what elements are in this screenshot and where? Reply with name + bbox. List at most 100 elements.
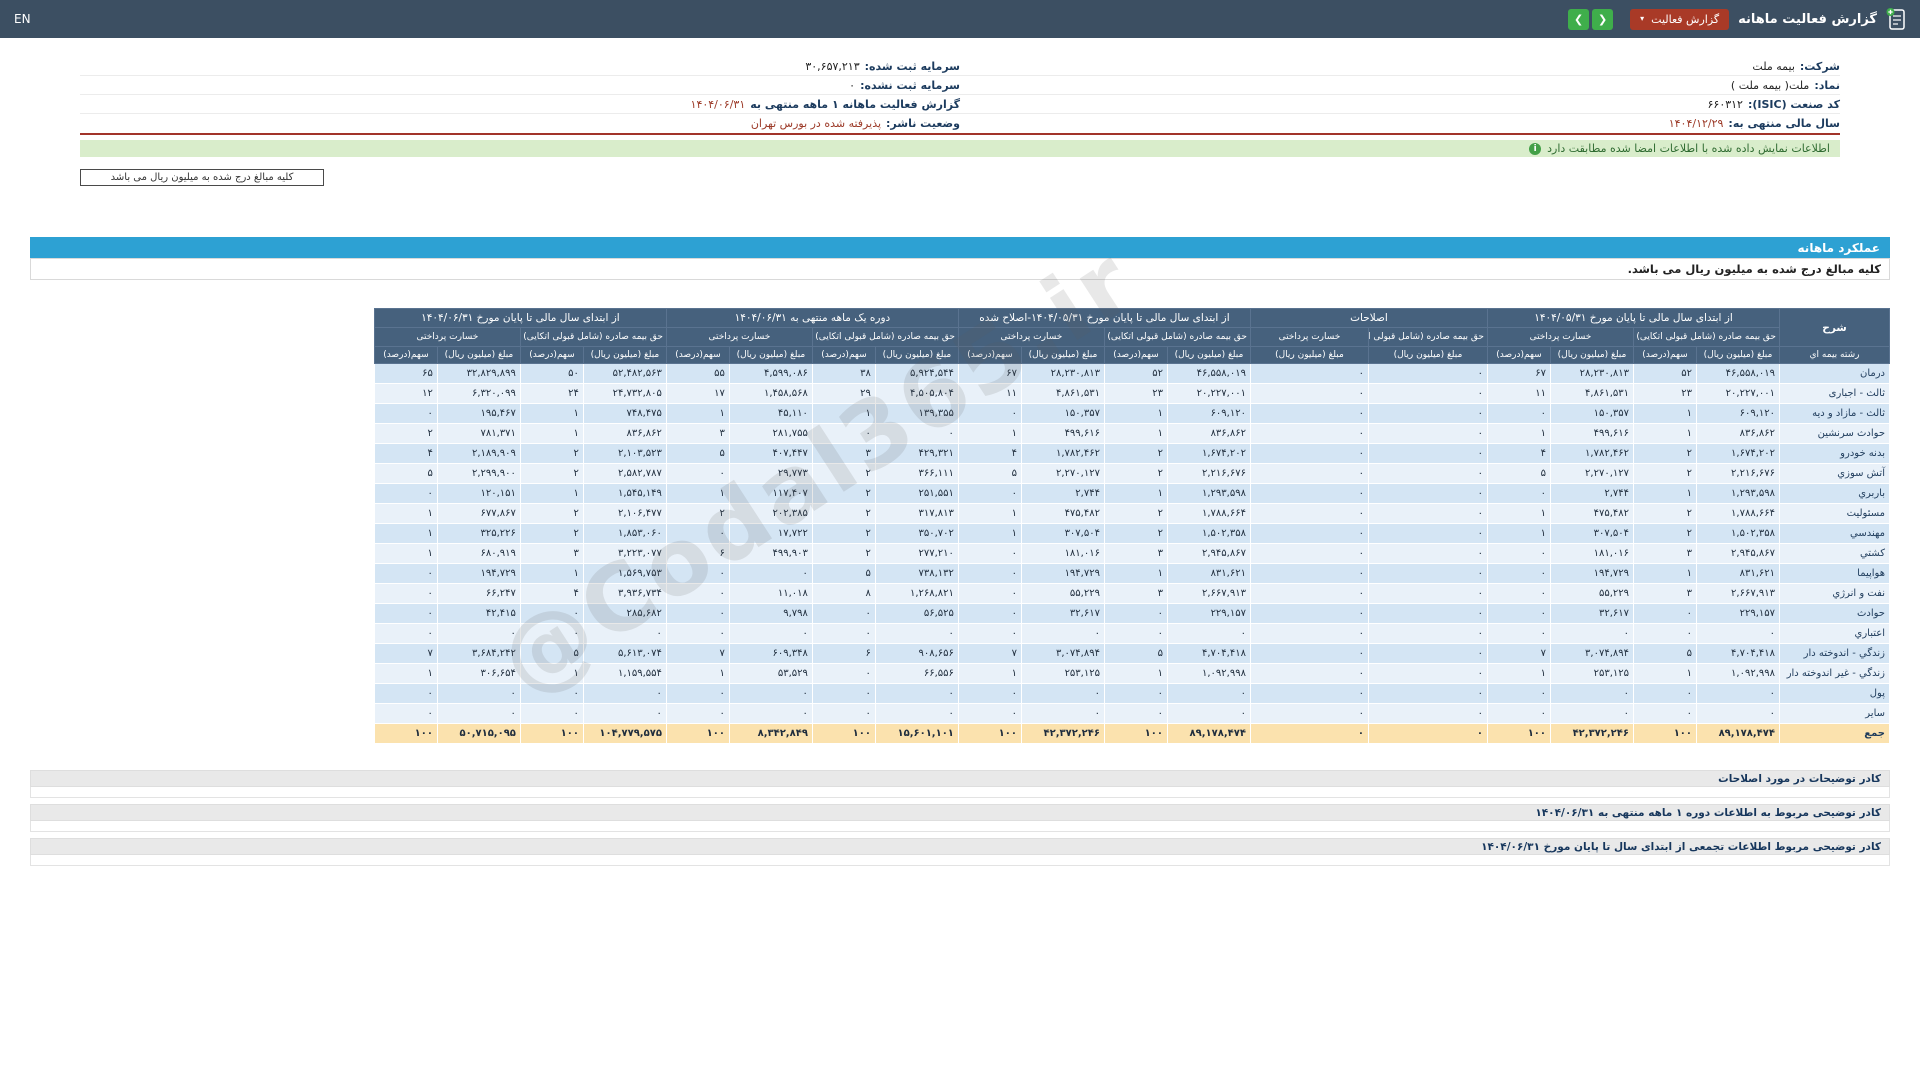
prev-report-button[interactable]: ❮	[1568, 8, 1590, 30]
data-cell: ۲	[811, 543, 876, 564]
registered-capital-label: سرمایه ثبت شده:	[864, 59, 960, 73]
leaf-share: سهم(درصد)	[1633, 346, 1697, 364]
data-cell: ۲	[665, 503, 730, 524]
data-cell: ۴۲,۳۷۲,۲۴۶	[1020, 723, 1105, 744]
data-cell: ۰	[874, 703, 959, 724]
data-cell: ۱	[1633, 423, 1697, 444]
data-cell: ۱	[1486, 523, 1552, 544]
leaf-share: سهم(درصد)	[1103, 346, 1168, 364]
data-cell: ۲	[1103, 503, 1168, 524]
data-cell: ۰	[373, 703, 438, 724]
fiscal-year-value: ۱۴۰۴/۱۲/۲۹	[1668, 117, 1724, 130]
data-cell: ۱۵۰,۳۵۷	[1020, 403, 1105, 424]
data-cell: ۸۳۶,۸۶۲	[1696, 423, 1780, 444]
data-cell: ۲	[373, 423, 438, 444]
data-cell: ۰	[1020, 683, 1105, 704]
data-cell: ۱	[1103, 423, 1168, 444]
data-cell: ۲۸,۲۳۰,۸۱۳	[1550, 363, 1634, 384]
symbol-value: ملت( بیمه ملت )	[1730, 78, 1810, 92]
data-cell: ۴۷۵,۴۸۲	[1020, 503, 1105, 524]
data-cell: ۰	[1550, 623, 1634, 644]
data-cell: ۰	[811, 683, 876, 704]
data-cell: ۰	[519, 703, 584, 724]
data-cell: ۱	[373, 523, 438, 544]
data-cell: ۲۳	[1633, 383, 1697, 404]
data-cell: ۳	[1633, 543, 1697, 564]
data-cell: ۲۴	[519, 383, 584, 404]
data-cell: ۳	[811, 443, 876, 464]
data-cell: ۱,۵۶۹,۷۵۳	[582, 563, 667, 584]
report-period-label: گزارش فعالیت ماهانه ۱ ماهه منتهی به	[750, 97, 960, 111]
sub-header-claims: خسارت پرداختی	[1486, 327, 1635, 347]
row-label: هواپیما	[1779, 563, 1890, 584]
table-row: باربري ۱,۲۹۳,۵۹۸ ۱ ۲,۷۴۴ ۰ ۰ ۰ ۱,۲۹۳,۵۹۸ ۱ ۲,۷۴۴ ۰…	[373, 483, 1890, 504]
data-cell: ۳,۰۷۴,۸۹۴	[1020, 643, 1105, 664]
data-cell: ۱,۲۹۳,۵۹۸	[1696, 483, 1780, 504]
data-cell: ۱۰۰	[957, 723, 1022, 744]
data-cell: ۵۵,۲۲۹	[1550, 583, 1634, 604]
table-row: ثالث - مازاد و دیه ۶۰۹,۱۲۰ ۱ ۱۵۰,۳۵۷ ۰ ۰ ۰ ۶۰۹,…	[373, 403, 1890, 424]
data-cell: ۱	[1103, 483, 1168, 504]
data-cell: ۰	[1103, 683, 1168, 704]
data-cell: ۱۰۰	[1633, 723, 1697, 744]
top-navbar: گزارش فعالیت ماهانه گزارش فعالیت ▾ ❮ ❯ E…	[0, 0, 1920, 38]
data-cell: ۰	[1367, 403, 1488, 424]
data-cell: ۰	[811, 603, 876, 624]
data-cell: ۱۰۰	[811, 723, 876, 744]
data-cell: ۰	[1367, 523, 1488, 544]
data-cell: ۲,۱۰۶,۴۷۷	[582, 503, 667, 524]
data-cell: ۸۹,۱۷۸,۴۷۴	[1166, 723, 1251, 744]
data-cell: ۲۵۳,۱۲۵	[1550, 663, 1634, 684]
data-cell: ۰	[1249, 583, 1369, 604]
data-cell: ۸۹,۱۷۸,۴۷۴	[1696, 723, 1780, 744]
report-type-dropdown[interactable]: گزارش فعالیت ▾	[1630, 8, 1730, 30]
data-cell: ۰	[1103, 703, 1168, 724]
data-cell: ۰	[1249, 403, 1369, 424]
data-cell: ۰	[957, 583, 1022, 604]
data-cell: ۲۳	[1103, 383, 1168, 404]
language-switch[interactable]: EN	[14, 12, 31, 26]
isic-label: کد صنعت (ISIC):	[1747, 97, 1840, 111]
leaf-amount: مبلغ (میلیون ریال)	[1166, 346, 1251, 364]
data-cell: ۴,۷۰۴,۴۱۸	[1166, 643, 1251, 664]
data-cell: ۷۴۸,۴۷۵	[582, 403, 667, 424]
table-row: کشتي ۲,۹۴۵,۸۶۷ ۳ ۱۸۱,۰۱۶ ۰ ۰ ۰ ۲,۹۴۵,۸۶۷ ۳ ۱۸۱,۰۱…	[373, 543, 1890, 564]
data-cell: ۰	[1249, 643, 1369, 664]
data-cell: ۱	[519, 563, 584, 584]
data-cell: ۶۸۰,۹۱۹	[436, 543, 521, 564]
insurance-table: شرح از ابتدای سال مالی تا پایان مورخ ۱۴۰…	[373, 308, 1890, 744]
data-cell: ۵	[811, 563, 876, 584]
data-cell: ۰	[1166, 623, 1251, 644]
data-cell: ۱۸۱,۰۱۶	[1550, 543, 1634, 564]
data-cell: ۲,۱۸۹,۹۰۹	[436, 443, 521, 464]
data-cell: ۲,۹۴۵,۸۶۷	[1166, 543, 1251, 564]
data-cell: ۲	[1103, 463, 1168, 484]
data-cell: ۰	[436, 683, 521, 704]
data-cell: ۰	[1367, 443, 1488, 464]
data-cell: ۲	[519, 523, 584, 544]
data-cell: ۲	[811, 503, 876, 524]
data-cell: ۰	[1249, 503, 1369, 524]
data-cell: ۰	[1249, 703, 1369, 724]
data-cell: ۰	[665, 683, 730, 704]
data-cell: ۱	[1486, 503, 1552, 524]
leaf-share: سهم(درصد)	[373, 346, 438, 364]
data-cell: ۴,۵۹۹,۰۸۶	[728, 363, 813, 384]
data-cell: ۲,۲۹۹,۹۰۰	[436, 463, 521, 484]
group-header-ytd-current: از ابتدای سال مالی تا پایان مورخ ۱۴۰۴/۰۶…	[373, 308, 667, 328]
next-report-button[interactable]: ❯	[1592, 8, 1614, 30]
table-row: درمان ۴۶,۵۵۸,۰۱۹ ۵۲ ۲۸,۲۳۰,۸۱۳ ۶۷ ۰ ۰ ۴۶,۵۵۸,۰۱…	[373, 363, 1890, 384]
data-cell: ۰	[1550, 703, 1634, 724]
company-value: بیمه ملت	[1752, 59, 1795, 73]
data-cell: ۱,۵۰۲,۳۵۸	[1166, 523, 1251, 544]
signed-data-notice: اطلاعات نمایش داده شده با اطلاعات امضا ش…	[80, 140, 1840, 157]
data-cell: ۱	[519, 663, 584, 684]
data-cell: ۰	[1020, 623, 1105, 644]
data-cell: ۵	[1486, 463, 1552, 484]
page-title: گزارش فعالیت ماهانه	[1738, 11, 1877, 27]
data-cell: ۱,۷۸۲,۴۶۲	[1020, 443, 1105, 464]
leaf-amount: مبلغ (میلیون ریال)	[436, 346, 521, 364]
data-cell: ۰	[957, 703, 1022, 724]
data-cell: ۰	[957, 603, 1022, 624]
data-cell: ۳,۹۳۶,۷۳۴	[582, 583, 667, 604]
